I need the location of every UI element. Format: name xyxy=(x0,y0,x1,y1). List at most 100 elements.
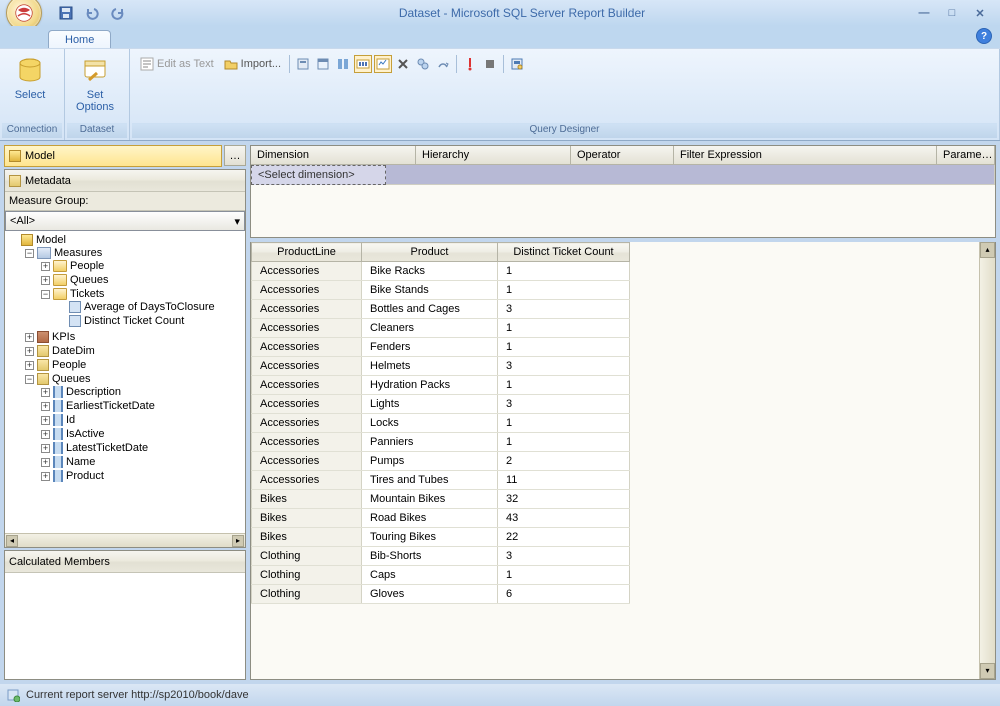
select-connection-button[interactable]: Select xyxy=(2,51,58,105)
result-vscroll[interactable]: ▴ ▾ xyxy=(979,242,995,679)
toolbar-btn-7[interactable] xyxy=(434,55,452,73)
tree-attr-name[interactable]: +Name xyxy=(41,456,243,468)
col-hierarchy[interactable]: Hierarchy xyxy=(416,146,571,165)
col-product[interactable]: Product xyxy=(362,243,498,262)
kpi-icon xyxy=(37,331,49,343)
tree-hscroll[interactable]: ◂▸ xyxy=(5,533,245,547)
calc-members-header[interactable]: Calculated Members xyxy=(5,551,245,573)
undo-button[interactable] xyxy=(82,3,102,23)
col-filterexp[interactable]: Filter Expression xyxy=(674,146,937,165)
save-button[interactable] xyxy=(56,3,76,23)
set-options-button[interactable]: Set Options xyxy=(67,51,123,117)
tree-folder-tickets[interactable]: −Tickets xyxy=(41,288,243,300)
cube-icon xyxy=(21,234,33,246)
calc-members-body xyxy=(5,573,245,679)
measure-icon xyxy=(69,315,81,327)
tree-datedim[interactable]: +DateDim xyxy=(25,345,243,357)
database-icon xyxy=(14,55,46,87)
toolbar-btn-5[interactable] xyxy=(374,55,392,73)
attribute-icon xyxy=(53,442,63,454)
tree-attr-earliest[interactable]: +EarliestTicketDate xyxy=(41,400,243,412)
tree-attr-id[interactable]: +Id xyxy=(41,414,243,426)
maximize-button[interactable]: □ xyxy=(944,5,960,21)
toolbar-btn-6[interactable] xyxy=(414,55,432,73)
tree-folder-people[interactable]: +People xyxy=(41,260,243,272)
content: Model … Metadata Measure Group: <All> ▾ … xyxy=(0,141,1000,684)
right-pane: Dimension Hierarchy Operator Filter Expr… xyxy=(250,145,996,680)
toolbar-cancel[interactable] xyxy=(481,55,499,73)
left-pane: Model … Metadata Measure Group: <All> ▾ … xyxy=(4,145,246,680)
table-row[interactable]: AccessoriesBottles and Cages3 xyxy=(252,300,630,319)
table-row[interactable]: BikesTouring Bikes22 xyxy=(252,528,630,547)
toolbar-btn-2[interactable] xyxy=(314,55,332,73)
folder-icon xyxy=(53,274,67,286)
tree-root[interactable]: Model xyxy=(9,234,243,246)
col-dimension[interactable]: Dimension xyxy=(251,146,416,165)
tree-kpis[interactable]: +KPIs xyxy=(25,331,243,343)
tree-measure-avgdays[interactable]: Average of DaysToClosure xyxy=(57,301,243,313)
calc-members-panel: Calculated Members xyxy=(4,550,246,680)
tree-folder-queues[interactable]: +Queues xyxy=(41,274,243,286)
attribute-icon xyxy=(53,428,63,440)
col-productline[interactable]: ProductLine xyxy=(252,243,362,262)
edit-as-text-button[interactable]: Edit as Text xyxy=(136,55,218,73)
tree-attr-latest[interactable]: +LatestTicketDate xyxy=(41,442,243,454)
group-label-dataset: Dataset xyxy=(67,123,127,138)
group-label-connection: Connection xyxy=(2,123,62,138)
table-row[interactable]: AccessoriesPumps2 xyxy=(252,452,630,471)
scroll-down-icon[interactable]: ▾ xyxy=(980,663,995,679)
toolbar-btn-4[interactable] xyxy=(354,55,372,73)
tree-measures[interactable]: −Measures xyxy=(25,247,243,259)
group-label-qd: Query Designer xyxy=(132,123,997,138)
table-row[interactable]: AccessoriesHelmets3 xyxy=(252,357,630,376)
tree-measure-distinct[interactable]: Distinct Ticket Count xyxy=(57,315,243,327)
attribute-icon xyxy=(53,414,63,426)
toolbar-delete[interactable] xyxy=(394,55,412,73)
table-row[interactable]: ClothingBib-Shorts3 xyxy=(252,547,630,566)
tree-people[interactable]: +People xyxy=(25,359,243,371)
table-row[interactable]: ClothingGloves6 xyxy=(252,585,630,604)
table-row[interactable]: BikesRoad Bikes43 xyxy=(252,509,630,528)
import-button[interactable]: Import... xyxy=(220,55,285,73)
folder-open-icon xyxy=(224,57,238,71)
measure-group-select[interactable]: <All> ▾ xyxy=(5,211,245,231)
metadata-icon xyxy=(9,175,21,187)
table-row[interactable]: AccessoriesCleaners1 xyxy=(252,319,630,338)
dimension-icon xyxy=(37,373,49,385)
metadata-header[interactable]: Metadata xyxy=(5,170,245,192)
toolbar-design-mode[interactable] xyxy=(508,55,526,73)
table-row[interactable]: AccessoriesBike Racks1 xyxy=(252,262,630,281)
table-row[interactable]: AccessoriesTires and Tubes11 xyxy=(252,471,630,490)
select-dimension-cell[interactable]: <Select dimension> xyxy=(251,165,386,185)
table-row[interactable]: AccessoriesPanniers1 xyxy=(252,433,630,452)
tree-queues[interactable]: −Queues xyxy=(25,373,243,385)
result-header-row: ProductLine Product Distinct Ticket Coun… xyxy=(252,243,630,262)
toolbar-execute[interactable] xyxy=(461,55,479,73)
filter-row[interactable]: <Select dimension> xyxy=(251,165,995,185)
tree-attr-desc[interactable]: +Description xyxy=(41,386,243,398)
table-row[interactable]: AccessoriesLocks1 xyxy=(252,414,630,433)
scroll-up-icon[interactable]: ▴ xyxy=(980,242,995,258)
table-row[interactable]: AccessoriesBike Stands1 xyxy=(252,281,630,300)
table-row[interactable]: AccessoriesLights3 xyxy=(252,395,630,414)
help-button[interactable]: ? xyxy=(976,28,992,44)
browse-model-button[interactable]: … xyxy=(224,145,246,166)
tree-attr-product[interactable]: +Product xyxy=(41,470,243,482)
tab-home[interactable]: Home xyxy=(48,30,111,48)
toolbar-btn-1[interactable] xyxy=(294,55,312,73)
table-row[interactable]: ClothingCaps1 xyxy=(252,566,630,585)
table-row[interactable]: BikesMountain Bikes32 xyxy=(252,490,630,509)
close-button[interactable]: ✕ xyxy=(972,5,988,21)
minimize-button[interactable]: — xyxy=(916,5,932,21)
model-selector[interactable]: Model xyxy=(4,145,222,167)
table-row[interactable]: AccessoriesHydration Packs1 xyxy=(252,376,630,395)
col-param[interactable]: Parame… xyxy=(937,146,995,165)
table-row[interactable]: AccessoriesFenders1 xyxy=(252,338,630,357)
group-dataset: Set Options Dataset xyxy=(65,49,130,140)
col-distinct[interactable]: Distinct Ticket Count xyxy=(498,243,630,262)
toolbar-btn-3[interactable] xyxy=(334,55,352,73)
app-logo-icon xyxy=(15,4,33,22)
col-operator[interactable]: Operator xyxy=(571,146,674,165)
redo-button[interactable] xyxy=(108,3,128,23)
tree-attr-isactive[interactable]: +IsActive xyxy=(41,428,243,440)
